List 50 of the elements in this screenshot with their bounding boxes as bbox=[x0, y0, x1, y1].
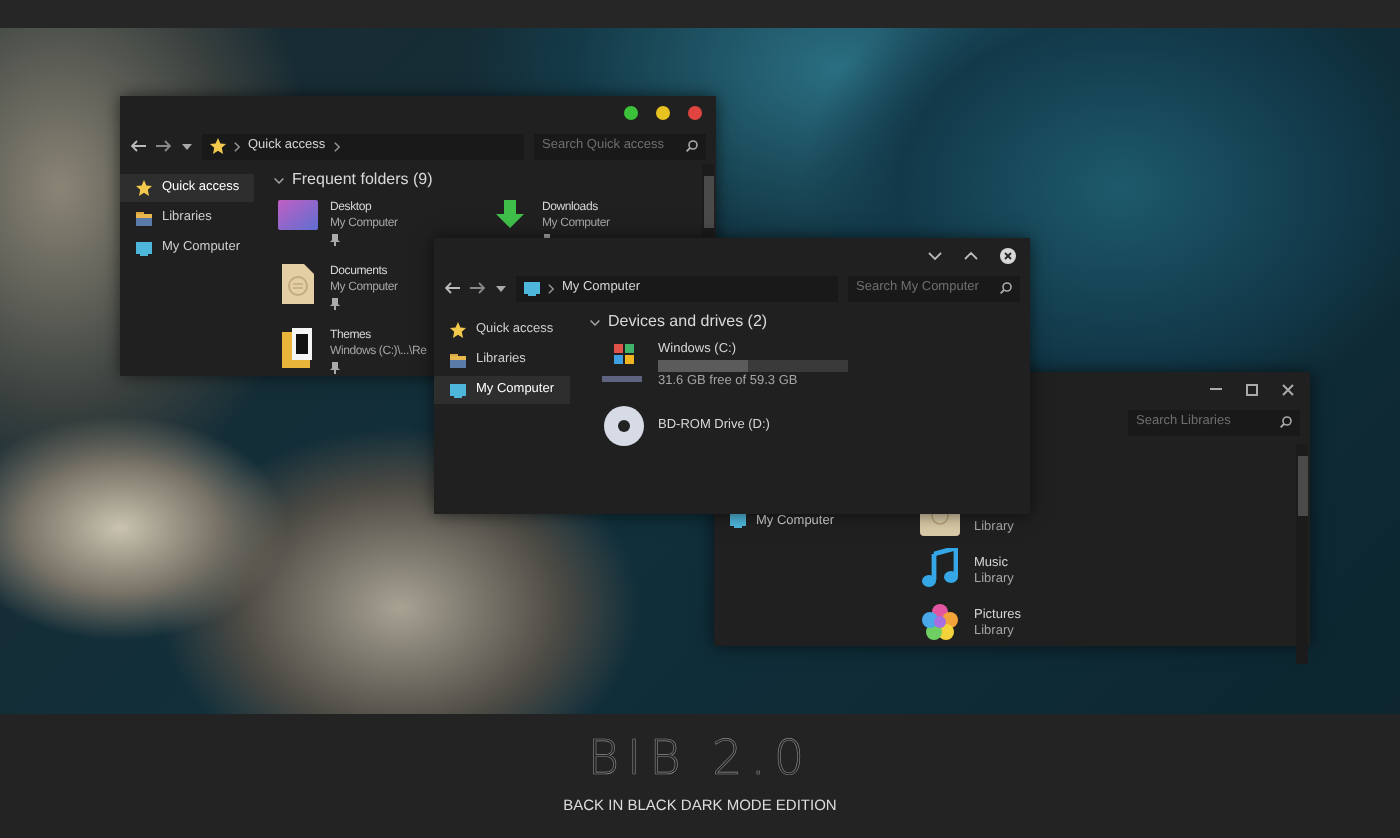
window-control-button[interactable] bbox=[624, 106, 638, 120]
close-button[interactable] bbox=[1278, 380, 1296, 398]
chevron-up-button[interactable] bbox=[962, 246, 980, 264]
download-arrow-icon bbox=[496, 200, 524, 228]
star-icon bbox=[136, 180, 152, 196]
monitor-icon bbox=[136, 241, 152, 255]
window-control-button[interactable] bbox=[656, 106, 670, 120]
forward-arrow-icon[interactable] bbox=[156, 140, 172, 152]
chevron-down-button[interactable] bbox=[926, 246, 944, 264]
close-button[interactable] bbox=[998, 246, 1016, 264]
star-icon bbox=[450, 322, 466, 338]
forward-arrow-icon[interactable] bbox=[470, 282, 486, 294]
close-icon bbox=[1281, 383, 1293, 395]
caret-icon[interactable] bbox=[496, 285, 506, 291]
maximize-button[interactable] bbox=[1242, 380, 1260, 398]
flower-icon bbox=[922, 604, 958, 640]
back-arrow-icon[interactable] bbox=[130, 140, 146, 152]
search-icon bbox=[1000, 282, 1012, 294]
monitor-icon bbox=[730, 514, 746, 528]
chevron-right-icon bbox=[234, 141, 240, 151]
chevron-down-icon[interactable] bbox=[590, 319, 600, 325]
search-icon bbox=[1280, 416, 1292, 428]
monitor-icon bbox=[524, 281, 540, 295]
close-icon bbox=[999, 247, 1015, 263]
maximize-icon bbox=[1245, 383, 1257, 395]
back-arrow-icon[interactable] bbox=[444, 282, 460, 294]
folder-icon bbox=[450, 353, 466, 367]
chevron-down-icon[interactable] bbox=[274, 177, 284, 183]
monitor-icon bbox=[450, 383, 466, 397]
chevron-down-icon bbox=[928, 251, 942, 259]
chevron-right-icon bbox=[333, 141, 340, 151]
section-heading: Frequent folders (9) bbox=[292, 168, 433, 192]
caret-icon[interactable] bbox=[182, 143, 192, 149]
scrollbar[interactable] bbox=[1296, 444, 1308, 664]
music-note-icon bbox=[922, 548, 958, 588]
minimize-icon bbox=[1209, 388, 1221, 390]
document-icon bbox=[282, 264, 314, 304]
gradient-folder-icon bbox=[278, 200, 318, 230]
window-control-button[interactable] bbox=[688, 106, 702, 120]
disc-icon bbox=[604, 406, 644, 446]
folder-icon bbox=[136, 211, 152, 225]
search-icon bbox=[686, 140, 698, 152]
chevron-up-icon bbox=[964, 251, 978, 259]
drive-icon bbox=[602, 342, 646, 386]
section-heading: Devices and drives (2) bbox=[608, 310, 768, 334]
star-icon bbox=[210, 138, 226, 154]
scrollbar[interactable] bbox=[702, 164, 714, 236]
chevron-right-icon bbox=[548, 283, 554, 293]
folder-with-paper-icon bbox=[282, 328, 314, 368]
banner-title: BIB 2.0 bbox=[587, 734, 813, 783]
